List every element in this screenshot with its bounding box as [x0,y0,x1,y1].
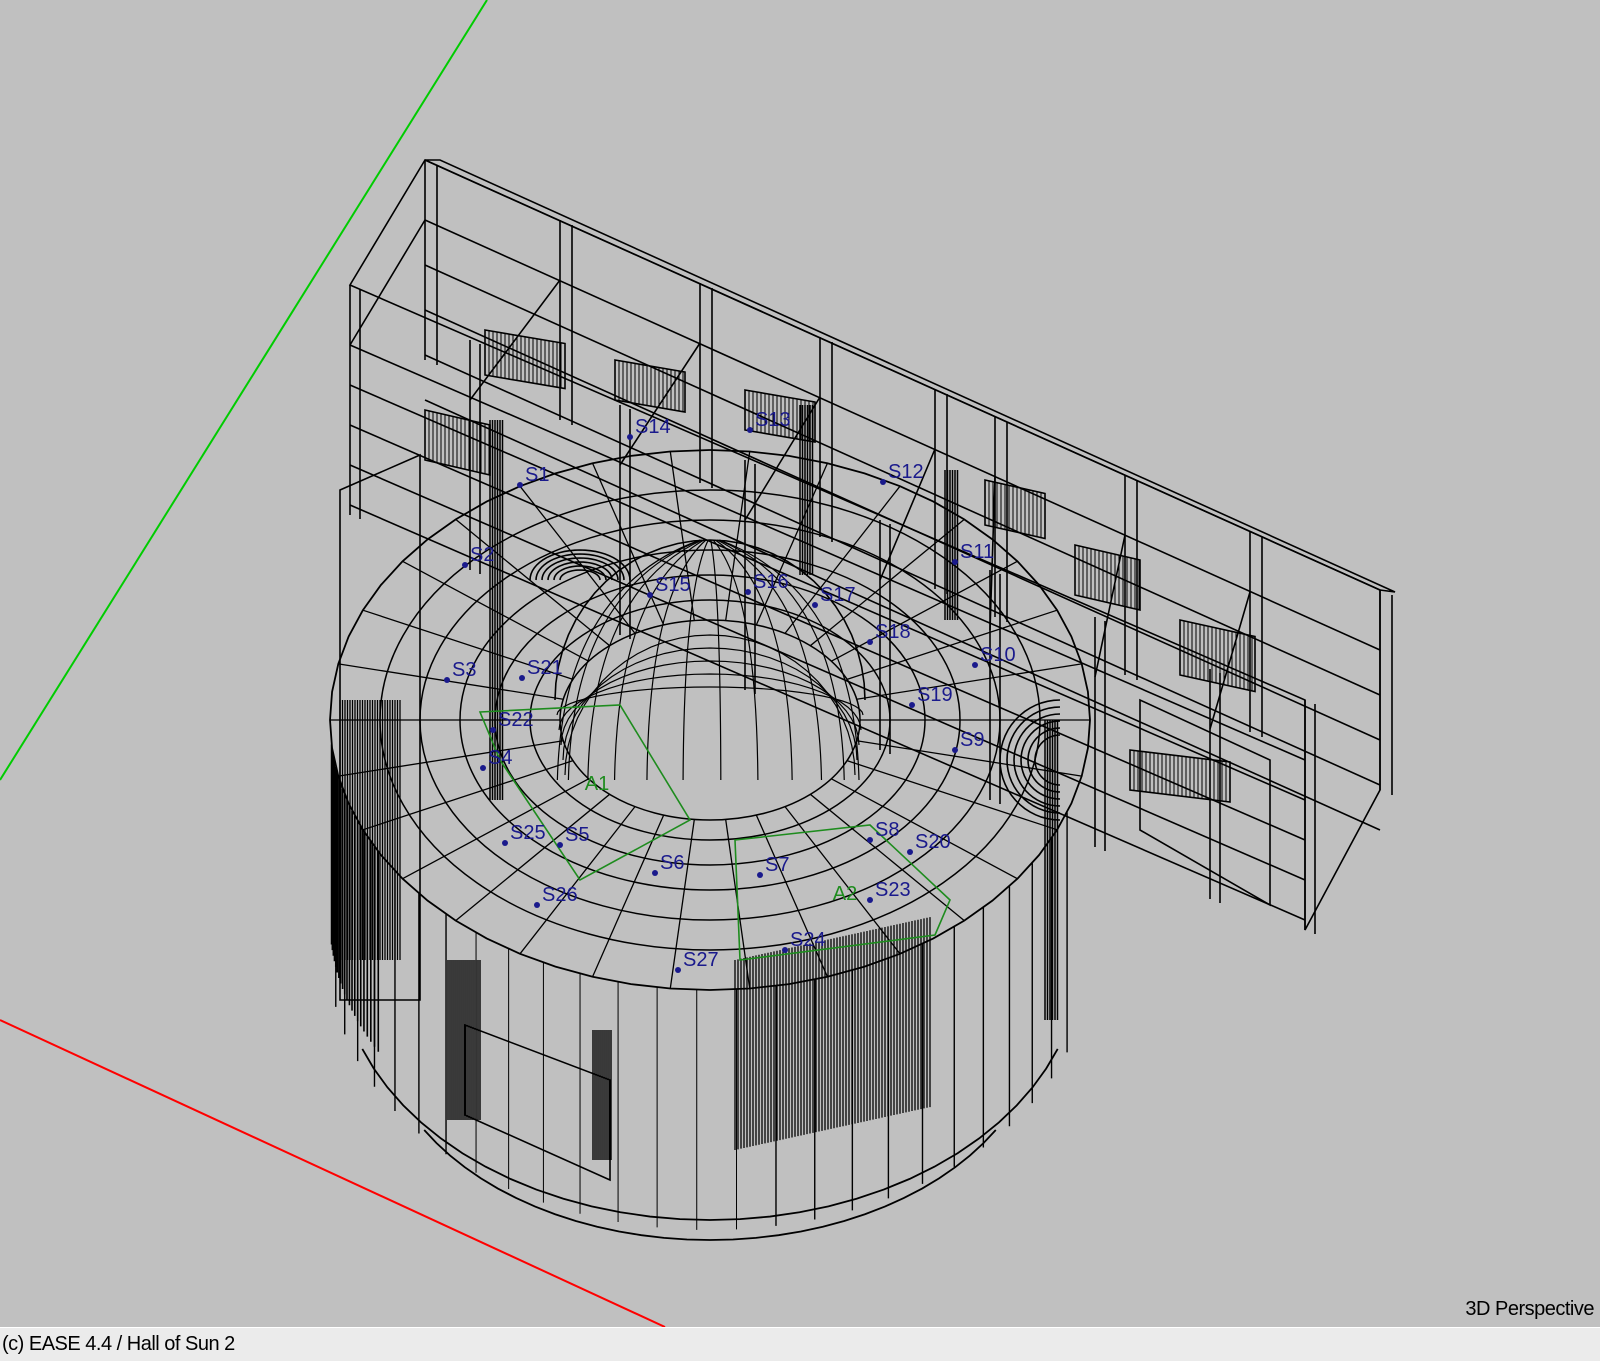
source-label-s3: S3 [452,659,476,681]
source-label-s24: S24 [790,929,826,951]
source-label-s16: S16 [753,571,789,593]
source-label-s6: S6 [660,852,684,874]
source-label-s9: S9 [960,729,984,751]
source-label-s27: S27 [683,949,719,971]
source-marker-s15 [647,592,653,598]
source-label-s20: S20 [915,831,951,853]
wireframe-model: S1 S2 S3 S4 S5 S6 S7 S8 S9 S10 S11 S12 S13 S14 S15 S16 S… [0,0,1396,1327]
source-marker-s6 [652,870,658,876]
audience-area-label-a2: A2 [833,883,857,905]
source-label-s22: S22 [498,709,534,731]
audience-area-label-a1: A1 [585,773,609,795]
source-label-s2: S2 [470,544,494,566]
source-marker-s27 [675,967,681,973]
status-bar: (c) EASE 4.4 / Hall of Sun 2 [0,1327,1600,1361]
source-label-s18: S18 [875,621,911,643]
source-label-s25: S25 [510,822,546,844]
source-marker-s20 [907,849,913,855]
x-axis-line [0,1019,666,1327]
source-label-s26: S26 [542,884,578,906]
source-marker-s8 [867,837,873,843]
source-marker-s12 [880,479,886,485]
source-marker-s19 [909,702,915,708]
source-marker-s2 [462,562,468,568]
status-text: (c) EASE 4.4 / Hall of Sun 2 [2,1333,235,1355]
source-marker-s24 [782,947,788,953]
source-marker-s5 [557,842,563,848]
source-marker-s26 [534,902,540,908]
source-marker-s4 [480,765,486,771]
source-label-s13: S13 [755,409,791,431]
source-marker-s18 [867,639,873,645]
source-marker-s7 [757,872,763,878]
source-marker-s14 [627,434,633,440]
source-label-s12: S12 [888,461,924,483]
source-label-s14: S14 [635,416,671,438]
ease-window: S1 S2 S3 S4 S5 S6 S7 S8 S9 S10 S11 S12 S13 S14 S15 S16 S… [0,0,1600,1361]
source-label-s5: S5 [565,824,589,846]
source-marker-s11 [952,559,958,565]
source-marker-s9 [952,747,958,753]
source-label-s19: S19 [917,684,953,706]
source-label-s7: S7 [765,854,789,876]
source-marker-s22 [490,727,496,733]
source-label-s1: S1 [525,464,549,486]
source-marker-s16 [745,589,751,595]
source-label-s21: S21 [527,657,563,679]
source-marker-s21 [519,675,525,681]
3d-viewport[interactable]: S1 S2 S3 S4 S5 S6 S7 S8 S9 S10 S11 S12 S13 S14 S15 S16 S… [0,0,1600,1327]
source-label-s8: S8 [875,819,899,841]
source-label-s4: S4 [488,747,512,769]
source-marker-s23 [867,897,873,903]
source-label-s17: S17 [820,584,856,606]
source-marker-s25 [502,840,508,846]
source-marker-s1 [517,482,523,488]
source-label-s10: S10 [980,644,1016,666]
source-label-s11: S11 [960,541,994,563]
view-mode-label: 3D Perspective [1465,1298,1594,1320]
source-marker-s3 [444,677,450,683]
source-marker-s13 [747,427,753,433]
source-marker-s17 [812,602,818,608]
source-label-s15: S15 [655,574,691,596]
y-axis-line [0,0,488,781]
source-marker-s10 [972,662,978,668]
source-label-s23: S23 [875,879,911,901]
